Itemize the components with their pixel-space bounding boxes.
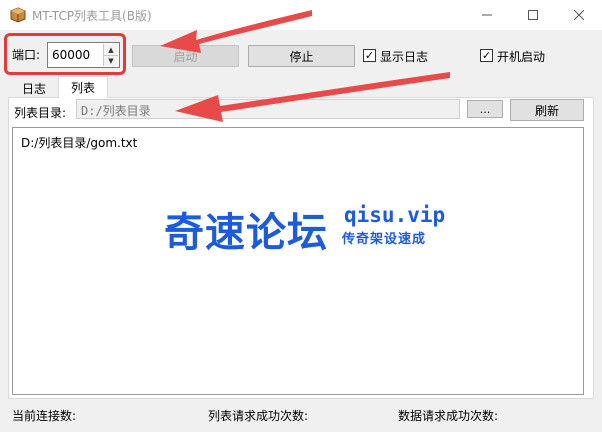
connections-status: 当前连接数: xyxy=(12,409,77,423)
file-list[interactable]: D:/列表目录/gom.txt xyxy=(12,127,584,395)
show-log-label: 显示日志 xyxy=(380,50,429,64)
dir-input[interactable]: D:/列表目录 xyxy=(76,99,460,119)
watermark-url: qisu.vip xyxy=(344,203,446,227)
browse-button[interactable]: ... xyxy=(467,100,503,118)
minimize-icon xyxy=(482,14,492,16)
auto-start-label: 开机启动 xyxy=(497,50,546,64)
list-success-status: 列表请求成功次数: xyxy=(208,409,309,423)
minimize-button[interactable] xyxy=(464,0,510,30)
title-bar: MT-TCP列表工具(B版) xyxy=(0,0,602,30)
port-highlight-annotation xyxy=(4,33,126,75)
close-icon xyxy=(574,10,584,20)
maximize-button[interactable] xyxy=(510,0,556,30)
stop-button[interactable]: 停止 xyxy=(248,45,355,67)
start-button[interactable]: 启动 xyxy=(132,45,239,67)
auto-start-checkbox[interactable]: ✓ xyxy=(480,49,493,62)
refresh-button[interactable]: 刷新 xyxy=(510,99,584,121)
watermark-slogan: 传奇架设速成 xyxy=(342,232,427,247)
watermark-title: 奇速论坛 xyxy=(164,210,328,256)
close-button[interactable] xyxy=(556,0,602,30)
data-success-status: 数据请求成功次数: xyxy=(398,409,499,423)
app-icon xyxy=(10,7,26,23)
window-title: MT-TCP列表工具(B版) xyxy=(32,9,152,23)
checkmark-icon: ✓ xyxy=(364,49,375,62)
tab-list[interactable]: 列表 xyxy=(58,76,108,98)
checkmark-icon: ✓ xyxy=(481,49,492,62)
show-log-checkbox[interactable]: ✓ xyxy=(363,49,376,62)
dir-label: 列表目录: xyxy=(14,106,67,120)
tab-log[interactable]: 日志 xyxy=(12,78,56,98)
list-item[interactable]: D:/列表目录/gom.txt xyxy=(21,134,137,151)
maximize-icon xyxy=(528,10,538,20)
